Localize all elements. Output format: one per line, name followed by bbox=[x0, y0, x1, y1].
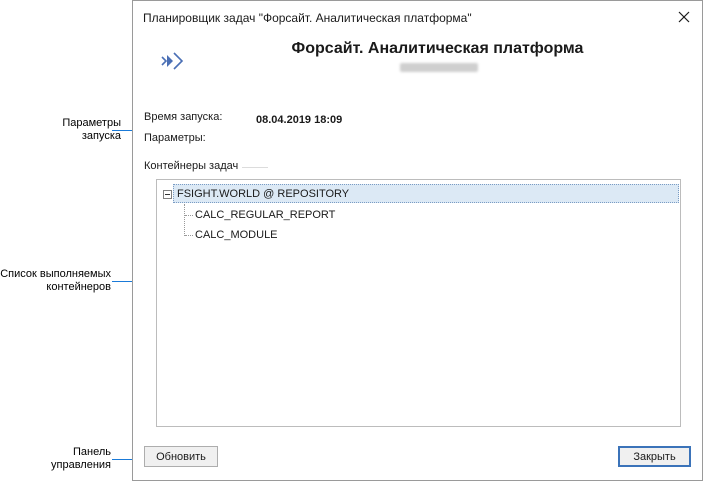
tree-connector bbox=[185, 215, 193, 216]
close-icon[interactable] bbox=[671, 5, 697, 29]
annotation-control-panel: Панель управления bbox=[0, 446, 148, 476]
tree-item-label: CALC_REGULAR_REPORT bbox=[195, 208, 336, 221]
containers-tree[interactable]: FSIGHT.WORLD @ REPOSITORY CALC_REGULAR_R… bbox=[156, 179, 681, 427]
tree-item-root[interactable]: FSIGHT.WORLD @ REPOSITORY bbox=[173, 184, 679, 203]
tree-item-label: FSIGHT.WORLD @ REPOSITORY bbox=[177, 187, 350, 200]
close-button[interactable]: Закрыть bbox=[618, 446, 691, 467]
annotation-containers-list: Список выполняемых контейнеров bbox=[0, 268, 148, 298]
tree-connector bbox=[185, 235, 193, 236]
annotation-text-line: управления bbox=[51, 459, 111, 471]
annotation-text-line: Список выполняемых bbox=[0, 268, 111, 280]
annotation-launch-params: Параметры запуска bbox=[0, 117, 148, 147]
task-scheduler-dialog: Планировщик задач "Форсайт. Аналитическа… bbox=[132, 0, 703, 481]
launch-time-label: Время запуска: bbox=[144, 111, 223, 123]
annotation-text-line: Панель bbox=[72, 446, 111, 458]
annotation-text-line: запуска bbox=[81, 130, 121, 142]
blurred-subtitle bbox=[400, 63, 478, 72]
tree-item-child[interactable]: CALC_REGULAR_REPORT bbox=[195, 205, 335, 224]
title-bar: Планировщик задач "Форсайт. Аналитическа… bbox=[133, 1, 702, 34]
app-title: Форсайт. Аналитическая платформа bbox=[291, 40, 584, 57]
refresh-button[interactable]: Обновить bbox=[144, 446, 218, 467]
tree-item-label: CALC_MODULE bbox=[195, 228, 278, 241]
parameters-label: Параметры: bbox=[144, 132, 206, 144]
annotation-text-line: контейнеров bbox=[46, 281, 111, 293]
tree-connector bbox=[184, 204, 185, 236]
tree-item-child[interactable]: CALC_MODULE bbox=[195, 225, 278, 244]
window-title: Планировщик задач "Форсайт. Аналитическа… bbox=[143, 11, 472, 25]
launch-time-value: 08.04.2019 18:09 bbox=[256, 114, 343, 126]
collapse-icon[interactable] bbox=[163, 190, 172, 199]
containers-group-caption: Контейнеры задач bbox=[144, 160, 243, 172]
annotation-text-line: Параметры bbox=[62, 117, 121, 129]
